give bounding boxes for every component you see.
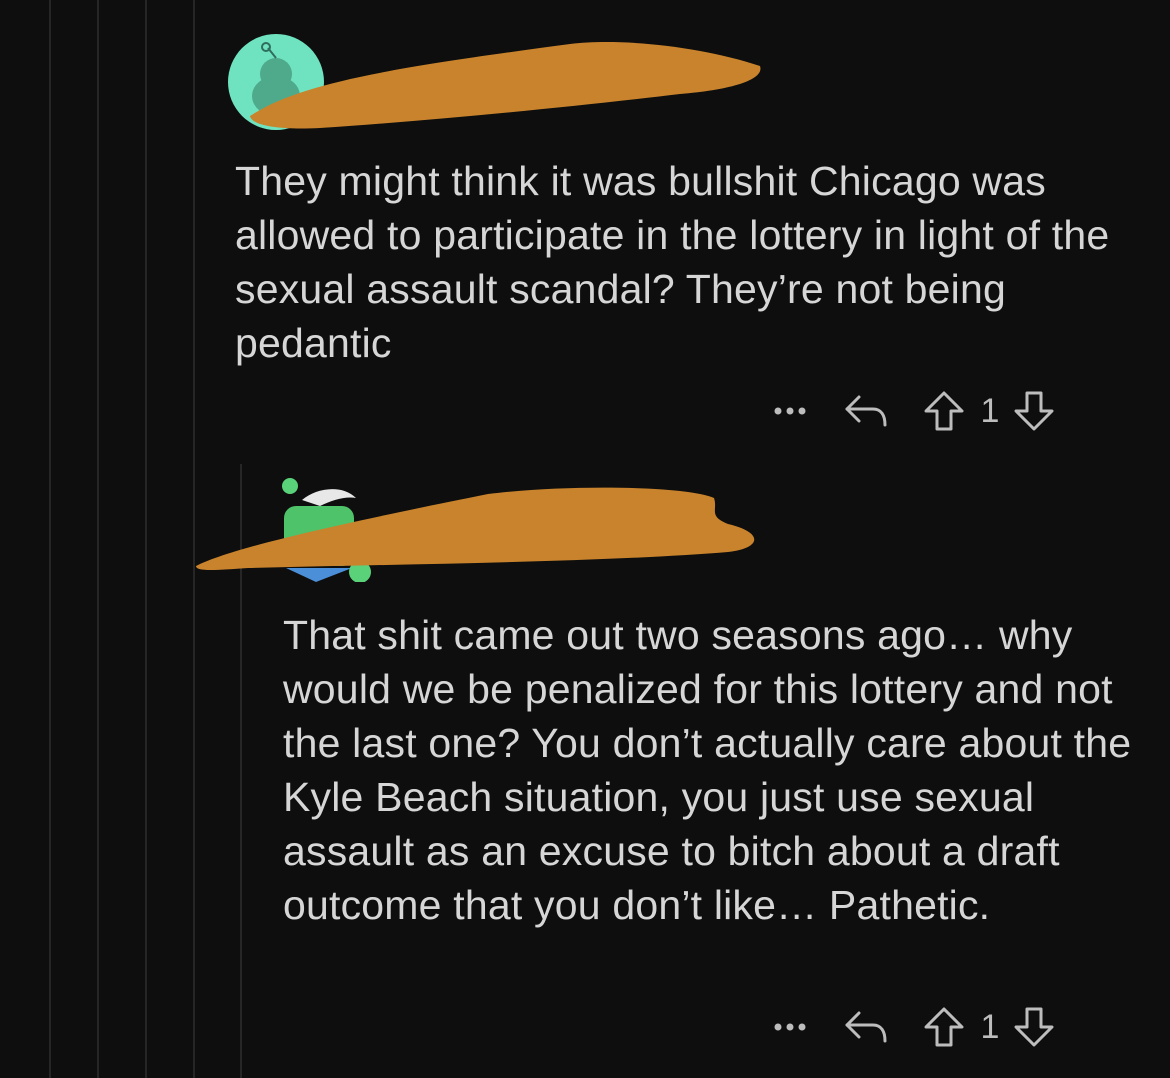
upvote-button[interactable] <box>916 1006 972 1048</box>
more-dots-icon <box>774 1023 806 1031</box>
more-options-button[interactable] <box>764 1021 816 1033</box>
downvote-arrow-icon <box>1014 1007 1054 1047</box>
vote-score: 1 <box>980 391 1000 430</box>
upvote-button[interactable] <box>916 390 972 432</box>
downvote-button[interactable] <box>1008 390 1060 432</box>
username-redaction <box>250 42 761 129</box>
comment-actions: 1 <box>764 1002 1060 1052</box>
upvote-arrow-icon <box>924 1007 964 1047</box>
reply-arrow-icon <box>845 1011 887 1043</box>
more-dots-icon <box>774 407 806 415</box>
reply-button[interactable] <box>816 391 916 431</box>
more-options-button[interactable] <box>764 405 816 417</box>
comment-2: That shit came out two seasons ago… why … <box>0 450 1170 1078</box>
comment-actions: 1 <box>764 386 1060 436</box>
username-redaction <box>196 487 755 570</box>
vote-score: 1 <box>980 1007 1000 1046</box>
comment-body: That shit came out two seasons ago… why … <box>283 612 1132 928</box>
comment-body: They might think it was bullshit Chicago… <box>235 158 1110 366</box>
downvote-arrow-icon <box>1014 391 1054 431</box>
reply-arrow-icon <box>845 395 887 427</box>
downvote-button[interactable] <box>1008 1006 1060 1048</box>
upvote-arrow-icon <box>924 391 964 431</box>
comment-1: They might think it was bullshit Chicago… <box>0 0 1170 450</box>
reply-button[interactable] <box>816 1007 916 1047</box>
